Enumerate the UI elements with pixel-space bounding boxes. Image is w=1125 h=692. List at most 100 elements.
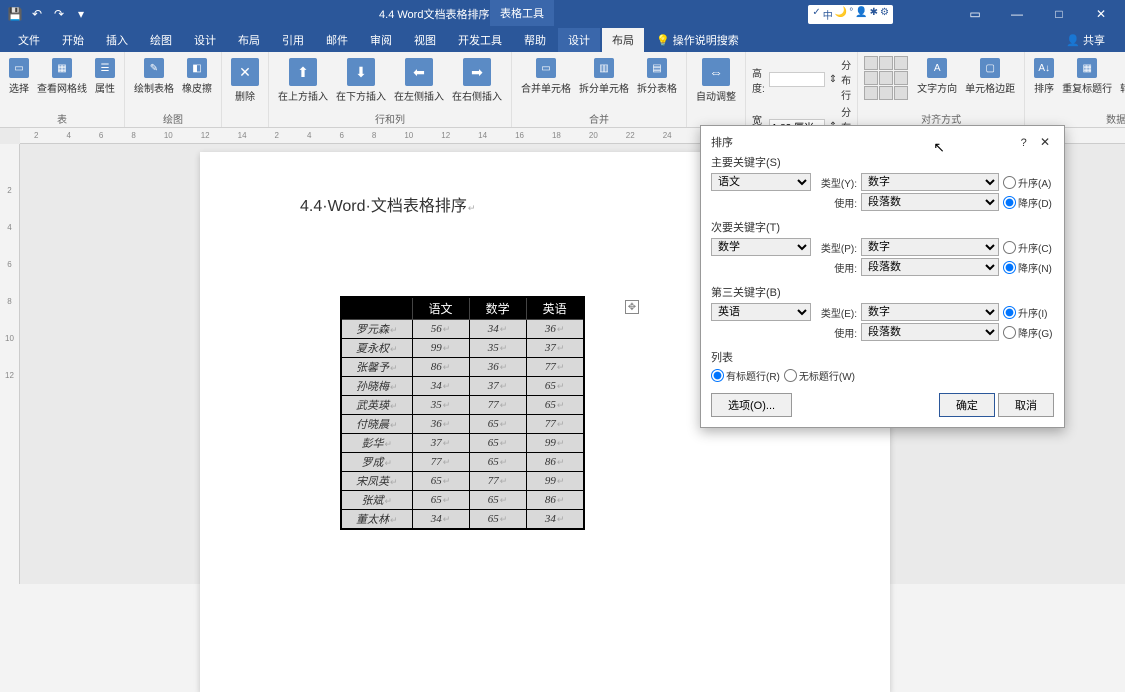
table-row[interactable]: 董太林↵34↵65↵34↵ (341, 510, 584, 530)
autofit-button[interactable]: ⇔自动调整 (693, 56, 739, 105)
convert-text-button[interactable]: T转换为文本 (1117, 56, 1125, 97)
dialog-help-icon[interactable]: ? (1021, 137, 1027, 149)
qat-more-icon[interactable]: ▾ (72, 5, 90, 23)
secondary-desc-radio[interactable]: 降序(N) (1003, 260, 1052, 275)
primary-asc-radio[interactable]: 升序(A) (1003, 175, 1051, 190)
ok-button[interactable]: 确定 (939, 393, 995, 417)
dialog-title: 排序 (711, 134, 733, 150)
tertiary-type-select[interactable]: 数字 (861, 303, 999, 321)
table-row[interactable]: 宋凤英↵65↵77↵99↵ (341, 472, 584, 491)
view-gridlines-button[interactable]: ▦查看网格线 (34, 56, 90, 97)
align-mc-icon[interactable] (879, 71, 893, 85)
redo-icon[interactable]: ↷ (50, 5, 68, 23)
vertical-ruler[interactable]: 24681012 (0, 144, 20, 584)
sort-button[interactable]: A↓排序 (1031, 56, 1057, 97)
insert-left-button[interactable]: ⬅在左侧插入 (391, 56, 447, 105)
data-table[interactable]: 语文数学英语 罗元森↵56↵34↵36↵夏永权↵99↵35↵37↵张馨予↵86↵… (340, 296, 585, 530)
document-title: 4.4 Word文档表格排序 - Word (96, 6, 808, 22)
tab-table-design[interactable]: 设计 (558, 28, 600, 52)
cell-margins-button[interactable]: ▢单元格边距 (962, 56, 1018, 97)
table-row[interactable]: 孙晓梅↵34↵37↵65↵ (341, 377, 584, 396)
tab-file[interactable]: 文件 (8, 28, 50, 52)
text-direction-button[interactable]: A文字方向 (914, 56, 960, 97)
align-tl-icon[interactable] (864, 56, 878, 70)
secondary-asc-radio[interactable]: 升序(C) (1003, 240, 1052, 255)
align-bl-icon[interactable] (864, 86, 878, 100)
insert-right-button[interactable]: ➡在右侧插入 (449, 56, 505, 105)
minimize-icon[interactable]: — (997, 0, 1037, 28)
ime-indicators[interactable]: ✓中🌙°👤✱⚙ (808, 5, 893, 24)
tab-insert[interactable]: 插入 (96, 28, 138, 52)
ribbon-display-icon[interactable]: ▭ (955, 0, 995, 28)
table-row[interactable]: 夏永权↵99↵35↵37↵ (341, 339, 584, 358)
table-move-handle[interactable]: ✥ (625, 300, 639, 314)
table-row[interactable]: 武英瑛↵35↵77↵65↵ (341, 396, 584, 415)
merge-cells-button[interactable]: ▭合并单元格 (518, 56, 574, 97)
tab-draw[interactable]: 绘图 (140, 28, 182, 52)
tab-references[interactable]: 引用 (272, 28, 314, 52)
repeat-header-button[interactable]: ▦重复标题行 (1059, 56, 1115, 97)
insert-above-button[interactable]: ⬆在上方插入 (275, 56, 331, 105)
header-row-radio[interactable]: 有标题行(R) (711, 368, 780, 383)
tab-design[interactable]: 设计 (184, 28, 226, 52)
align-ml-icon[interactable] (864, 71, 878, 85)
table-row[interactable]: 张斌↵65↵65↵86↵ (341, 491, 584, 510)
align-tc-icon[interactable] (879, 56, 893, 70)
table-row[interactable]: 彭华↵37↵65↵99↵ (341, 434, 584, 453)
save-icon[interactable]: 💾 (6, 5, 24, 23)
primary-use-select[interactable]: 段落数 (861, 193, 999, 211)
eraser-button[interactable]: ◧橡皮擦 (179, 56, 215, 97)
distribute-rows-button[interactable]: 分布行 (841, 57, 851, 102)
tab-review[interactable]: 审阅 (360, 28, 402, 52)
share-button[interactable]: 👤 共享 (1066, 32, 1105, 48)
delete-button[interactable]: ✕删除 (228, 56, 262, 105)
contextual-tab-label: 表格工具 (490, 0, 554, 26)
align-br-icon[interactable] (894, 86, 908, 100)
table-row[interactable]: 付晓晨↵36↵65↵77↵ (341, 415, 584, 434)
draw-table-button[interactable]: ✎绘制表格 (131, 56, 177, 97)
no-header-row-radio[interactable]: 无标题行(W) (784, 368, 855, 383)
dialog-close-icon[interactable]: ✕ (1036, 135, 1054, 149)
secondary-key-group: 次要关键字(T) 数学 类型(P): 数字 升序(C) 使用: 段落数 降序(N… (711, 219, 1054, 278)
properties-button[interactable]: ☰属性 (92, 56, 118, 97)
tab-layout[interactable]: 布局 (228, 28, 270, 52)
secondary-key-select[interactable]: 数学 (711, 238, 811, 256)
primary-key-group: 主要关键字(S) 语文 类型(Y): 数字 升序(A) 使用: 段落数 降序(D… (711, 154, 1054, 213)
split-table-button[interactable]: ▤拆分表格 (634, 56, 680, 97)
undo-icon[interactable]: ↶ (28, 5, 46, 23)
tertiary-key-select[interactable]: 英语 (711, 303, 811, 321)
cancel-button[interactable]: 取消 (998, 393, 1054, 417)
align-tr-icon[interactable] (894, 56, 908, 70)
height-input[interactable] (769, 72, 825, 87)
maximize-icon[interactable]: □ (1039, 0, 1079, 28)
table-row[interactable]: 张馨予↵86↵36↵77↵ (341, 358, 584, 377)
table-row[interactable]: 罗元森↵56↵34↵36↵ (341, 320, 584, 339)
tertiary-asc-radio[interactable]: 升序(I) (1003, 305, 1047, 320)
ribbon-tabs: 文件 开始 插入 绘图 设计 布局 引用 邮件 审阅 视图 开发工具 帮助 设计… (0, 28, 1125, 52)
secondary-use-select[interactable]: 段落数 (861, 258, 999, 276)
tab-help[interactable]: 帮助 (514, 28, 556, 52)
tab-home[interactable]: 开始 (52, 28, 94, 52)
align-mr-icon[interactable] (894, 71, 908, 85)
tertiary-use-select[interactable]: 段落数 (861, 323, 999, 341)
tab-view[interactable]: 视图 (404, 28, 446, 52)
title-bar: 💾 ↶ ↷ ▾ 4.4 Word文档表格排序 - Word 表格工具 ✓中🌙°👤… (0, 0, 1125, 28)
insert-below-button[interactable]: ⬇在下方插入 (333, 56, 389, 105)
tell-me-search[interactable]: 💡 操作说明搜索 (646, 28, 749, 52)
align-bc-icon[interactable] (879, 86, 893, 100)
close-icon[interactable]: ✕ (1081, 0, 1121, 28)
height-label: 高度: (752, 65, 765, 95)
select-button[interactable]: ▭选择 (6, 56, 32, 97)
tertiary-desc-radio[interactable]: 降序(G) (1003, 325, 1052, 340)
tab-table-layout[interactable]: 布局 (602, 28, 644, 52)
table-row[interactable]: 罗成↵77↵65↵86↵ (341, 453, 584, 472)
tab-developer[interactable]: 开发工具 (448, 28, 512, 52)
secondary-type-select[interactable]: 数字 (861, 238, 999, 256)
options-button[interactable]: 选项(O)... (711, 393, 792, 417)
primary-key-select[interactable]: 语文 (711, 173, 811, 191)
split-cells-button[interactable]: ▥拆分单元格 (576, 56, 632, 97)
tab-mailings[interactable]: 邮件 (316, 28, 358, 52)
ribbon: ▭选择 ▦查看网格线 ☰属性 表 ✎绘制表格 ◧橡皮擦 绘图 ✕删除 ⬆在上方插… (0, 52, 1125, 128)
primary-type-select[interactable]: 数字 (861, 173, 999, 191)
primary-desc-radio[interactable]: 降序(D) (1003, 195, 1052, 210)
